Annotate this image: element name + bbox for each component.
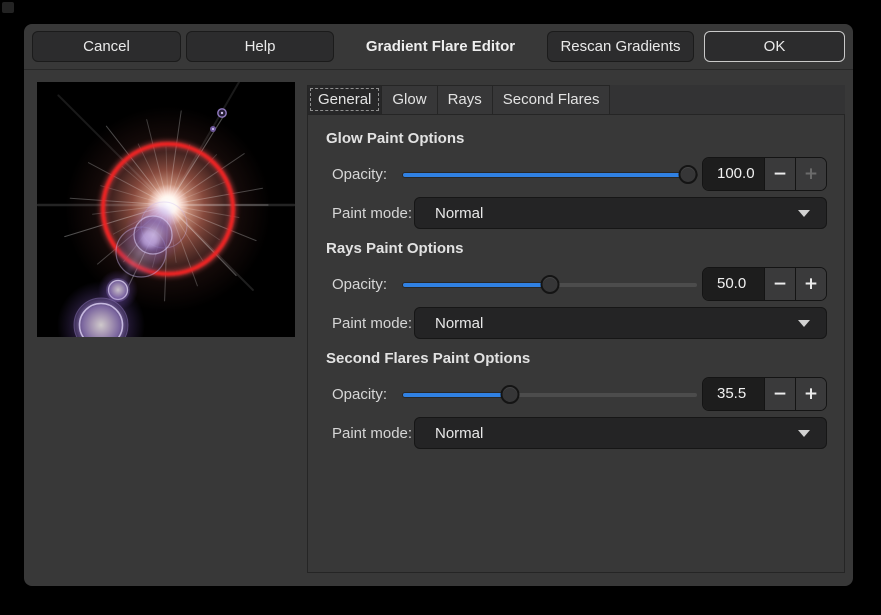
ok-button[interactable]: OK — [704, 31, 845, 62]
paint-mode-label: Paint mode: — [326, 205, 414, 222]
tab-general[interactable]: General — [307, 85, 382, 114]
opacity-decrement-button[interactable]: − — [764, 378, 795, 410]
plus-icon: + — [804, 386, 818, 403]
opacity-row: Opacity: 35.5 − + — [326, 377, 827, 411]
rays-paint-options-section: Rays Paint Options Opacity: 50.0 − + — [326, 239, 827, 339]
cancel-button[interactable]: Cancel — [32, 31, 181, 62]
paint-mode-row: Paint mode: Normal — [326, 417, 827, 449]
opacity-value-field[interactable]: 100.0 — [703, 158, 764, 190]
opacity-value-field[interactable]: 35.5 — [703, 378, 764, 410]
minus-icon: − — [773, 386, 787, 403]
paint-mode-row: Paint mode: Normal — [326, 307, 827, 339]
opacity-spinbox: 35.5 − + — [702, 377, 827, 411]
opacity-row: Opacity: 50.0 − + — [326, 267, 827, 301]
general-tab-panel: Glow Paint Options Opacity: 100.0 − + — [307, 115, 845, 573]
window-corner-artifact — [2, 2, 14, 13]
plus-icon: + — [804, 166, 818, 183]
paint-mode-dropdown[interactable]: Normal — [414, 197, 827, 229]
opacity-decrement-button[interactable]: − — [764, 158, 795, 190]
plus-icon: + — [804, 276, 818, 293]
paint-mode-label: Paint mode: — [326, 425, 414, 442]
dialog-header: Cancel Help Gradient Flare Editor Rescan… — [24, 24, 853, 70]
opacity-slider[interactable] — [403, 274, 697, 295]
tab-rays[interactable]: Rays — [437, 85, 493, 114]
second-flares-paint-options-section: Second Flares Paint Options Opacity: 35.… — [326, 349, 827, 449]
glow-paint-options-section: Glow Paint Options Opacity: 100.0 − + — [326, 129, 827, 229]
dropdown-caret-icon — [798, 430, 810, 437]
paint-mode-row: Paint mode: Normal — [326, 197, 827, 229]
paint-mode-value: Normal — [435, 315, 483, 332]
dropdown-caret-icon — [798, 210, 810, 217]
minus-icon: − — [773, 166, 787, 183]
opacity-label: Opacity: — [326, 386, 403, 403]
section-title: Second Flares Paint Options — [326, 349, 827, 369]
opacity-increment-button[interactable]: + — [795, 378, 826, 410]
tab-second-flares[interactable]: Second Flares — [492, 85, 611, 114]
section-title: Rays Paint Options — [326, 239, 827, 259]
opacity-label: Opacity: — [326, 276, 403, 293]
slider-handle[interactable] — [541, 275, 560, 294]
slider-fill — [403, 393, 507, 397]
opacity-increment-button[interactable]: + — [795, 268, 826, 300]
paint-mode-value: Normal — [435, 425, 483, 442]
settings-notebook: General Glow Rays Second Flares Glow Pai… — [307, 85, 845, 573]
opacity-value-field[interactable]: 50.0 — [703, 268, 764, 300]
paint-mode-dropdown[interactable]: Normal — [414, 417, 827, 449]
opacity-row: Opacity: 100.0 − + — [326, 157, 827, 191]
dropdown-caret-icon — [798, 320, 810, 327]
slider-handle[interactable] — [678, 165, 697, 184]
opacity-slider[interactable] — [403, 164, 697, 185]
slider-handle[interactable] — [501, 385, 520, 404]
help-button[interactable]: Help — [186, 31, 334, 62]
screen: Cancel Help Gradient Flare Editor Rescan… — [0, 0, 881, 615]
paint-mode-dropdown[interactable]: Normal — [414, 307, 827, 339]
paint-mode-value: Normal — [435, 205, 483, 222]
opacity-spinbox: 100.0 − + — [702, 157, 827, 191]
opacity-decrement-button[interactable]: − — [764, 268, 795, 300]
opacity-spinbox: 50.0 − + — [702, 267, 827, 301]
paint-mode-label: Paint mode: — [326, 315, 414, 332]
section-title: Glow Paint Options — [326, 129, 827, 149]
dialog-title: Gradient Flare Editor — [334, 38, 547, 55]
opacity-slider[interactable] — [403, 384, 697, 405]
flare-preview — [37, 82, 295, 337]
rescan-gradients-button[interactable]: Rescan Gradients — [547, 31, 694, 62]
tab-glow[interactable]: Glow — [381, 85, 437, 114]
opacity-increment-button[interactable]: + — [795, 158, 826, 190]
slider-fill — [403, 173, 697, 177]
tab-bar: General Glow Rays Second Flares — [307, 85, 845, 115]
slider-fill — [403, 283, 550, 287]
minus-icon: − — [773, 276, 787, 293]
gradient-flare-editor-dialog: Cancel Help Gradient Flare Editor Rescan… — [24, 24, 853, 586]
flare-preview-image — [37, 82, 295, 337]
opacity-label: Opacity: — [326, 166, 403, 183]
